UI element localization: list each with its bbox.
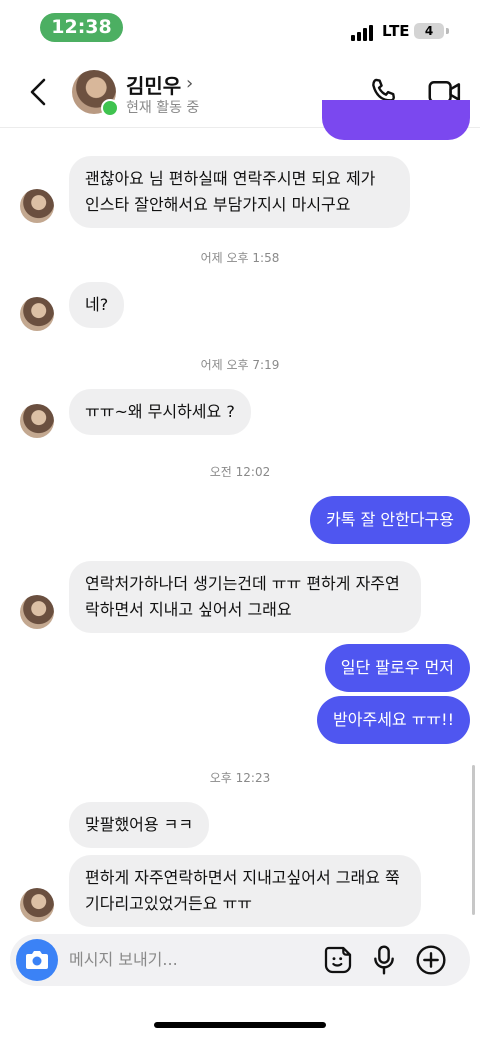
microphone-button[interactable] bbox=[370, 944, 398, 976]
message-outgoing[interactable]: 카톡 잘 안한다구용 bbox=[310, 496, 470, 544]
message-incoming[interactable]: ㅠㅠ~왜 무시하세요 ? bbox=[69, 389, 251, 435]
timestamp: 어제 오후 1:58 bbox=[200, 251, 280, 265]
plus-circle-icon bbox=[416, 945, 446, 975]
chevron-left-icon bbox=[30, 78, 46, 106]
back-button[interactable] bbox=[22, 70, 58, 114]
previous-outgoing-message[interactable] bbox=[322, 100, 470, 140]
home-indicator[interactable] bbox=[154, 1022, 326, 1028]
sticker-icon bbox=[324, 946, 352, 974]
status-time: 12:38 bbox=[40, 13, 123, 42]
message-input[interactable]: 메시지 보내기... bbox=[69, 948, 309, 972]
sticker-button[interactable] bbox=[322, 944, 354, 976]
message-outgoing[interactable]: 일단 팔로우 먼저 bbox=[324, 644, 470, 692]
microphone-icon bbox=[374, 945, 394, 975]
message-incoming[interactable]: 네? bbox=[69, 282, 125, 328]
contact-name[interactable]: 김민우 bbox=[126, 70, 181, 99]
camera-icon bbox=[26, 951, 48, 969]
battery-icon: 4 bbox=[414, 23, 444, 39]
battery-tip bbox=[446, 28, 449, 34]
sender-avatar[interactable] bbox=[20, 189, 54, 223]
signal-icon bbox=[351, 23, 375, 41]
sender-avatar[interactable] bbox=[20, 888, 54, 922]
camera-button[interactable] bbox=[16, 939, 58, 981]
sender-avatar[interactable] bbox=[20, 297, 54, 331]
timestamp: 오후 12:23 bbox=[209, 771, 271, 785]
sender-avatar[interactable] bbox=[20, 595, 54, 629]
scrollbar[interactable] bbox=[472, 765, 475, 915]
status-bar: 12:38 LTE 4 bbox=[0, 0, 480, 56]
message-outgoing[interactable]: 받아주세요 ㅠㅠ!! bbox=[317, 696, 470, 744]
add-media-button[interactable] bbox=[415, 944, 447, 976]
online-indicator bbox=[101, 99, 119, 117]
network-label: LTE bbox=[382, 22, 410, 40]
activity-status: 현재 활동 중 bbox=[126, 100, 200, 116]
message-incoming[interactable]: 맞팔했어용 ㅋㅋ bbox=[69, 802, 210, 848]
chevron-right-icon[interactable]: › bbox=[186, 73, 193, 94]
message-incoming[interactable]: 괜찮아요 님 편하실때 연락주시면 되요 제가 인스타 잘안해서요 부담가지시 … bbox=[69, 156, 410, 228]
sender-avatar[interactable] bbox=[20, 404, 54, 438]
message-incoming[interactable]: 편하게 자주연락하면서 지내고싶어서 그래요 쭉 기다리고있었거든요 ㅠㅠ bbox=[69, 855, 421, 927]
timestamp: 어제 오후 7:19 bbox=[200, 358, 280, 372]
message-incoming[interactable]: 연락처가하나더 생기는건데 ㅠㅠ 편하게 자주연락하면서 지내고 싶어서 그래요 bbox=[69, 561, 421, 633]
timestamp: 오전 12:02 bbox=[209, 465, 271, 479]
